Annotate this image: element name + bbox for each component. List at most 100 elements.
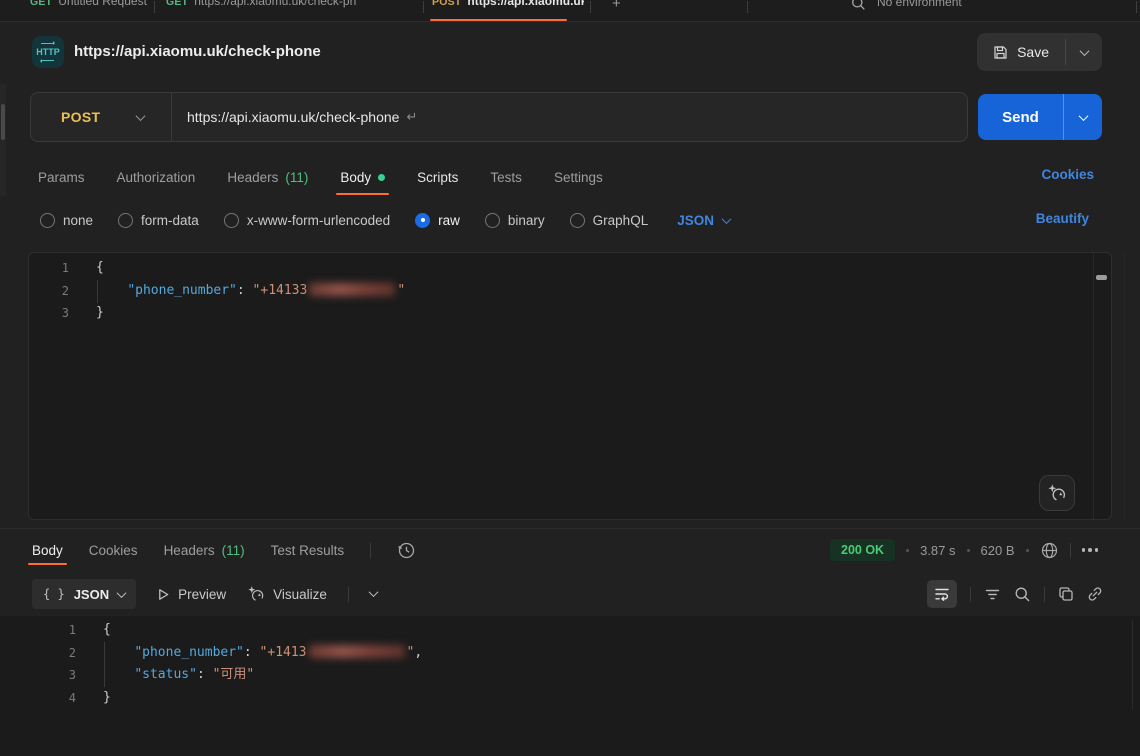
- app-window: GETUntitled Request GEThttps://api.xiaom…: [0, 0, 1140, 756]
- request-tabs: Params Authorization Headers(11) Body Sc…: [38, 158, 603, 196]
- word-wrap-button[interactable]: [927, 580, 957, 608]
- tab-authorization[interactable]: Authorization: [117, 170, 196, 185]
- http-request-icon: HTTP: [32, 36, 64, 68]
- tab-settings[interactable]: Settings: [554, 170, 603, 185]
- editor-scrollbar-handle[interactable]: [1096, 275, 1107, 280]
- line-number: 3: [29, 302, 69, 325]
- floppy-disk-icon: [993, 45, 1008, 60]
- copy-icon: [1058, 586, 1074, 602]
- filter-button[interactable]: [984, 586, 1001, 603]
- response-time: 3.87 s: [920, 543, 955, 558]
- network-info-button[interactable]: [1040, 541, 1059, 560]
- chevron-down-icon: [1078, 111, 1088, 121]
- divider: [1044, 587, 1045, 602]
- line-number: 2: [0, 642, 76, 665]
- url-bar: POST https://api.xiaomu.uk/check-phone ↵: [30, 92, 968, 142]
- indent-guide: [104, 642, 105, 687]
- method-label: POST: [61, 109, 100, 125]
- body-mode-selector: none form-data x-www-form-urlencoded raw…: [40, 206, 730, 234]
- cookies-link[interactable]: Cookies: [1041, 167, 1094, 182]
- response-scrollbar-track[interactable]: [1132, 620, 1133, 710]
- code-line: 2 "phone_number": "+1413",: [0, 642, 1130, 665]
- search-response-button[interactable]: [1014, 586, 1031, 603]
- request-body-editor[interactable]: 1 { 2 "phone_number": "+14133" 3 }: [28, 252, 1112, 520]
- url-bar-divider: [171, 93, 172, 141]
- response-history-button[interactable]: [397, 541, 416, 560]
- response-meta: 200 OK 3.87 s 620 B: [830, 536, 1098, 564]
- search-icon[interactable]: [851, 0, 866, 11]
- save-options-button[interactable]: [1066, 33, 1102, 71]
- url-input[interactable]: https://api.xiaomu.uk/check-phone ↵: [187, 93, 417, 141]
- radio-icon: [118, 213, 133, 228]
- more-options-button[interactable]: [1082, 548, 1099, 552]
- mode-graphql[interactable]: GraphQL: [570, 213, 649, 228]
- method-dropdown[interactable]: POST: [31, 93, 171, 141]
- radio-icon: [224, 213, 239, 228]
- response-toolbar: { } JSON Preview Visualize: [32, 579, 377, 609]
- tab-tests[interactable]: Tests: [490, 170, 522, 185]
- copy-response-button[interactable]: [1058, 586, 1074, 602]
- request-title: https://api.xiaomu.uk/check-phone: [74, 43, 321, 60]
- workspace-tab-bar: GETUntitled Request GEThttps://api.xiaom…: [0, 0, 1140, 22]
- search-icon: [1014, 586, 1031, 603]
- word-wrap-icon: [934, 586, 950, 602]
- radio-icon: [485, 213, 500, 228]
- tab-params[interactable]: Params: [38, 170, 85, 185]
- send-button[interactable]: Send: [978, 94, 1063, 140]
- mode-raw[interactable]: raw: [415, 213, 460, 228]
- mode-binary[interactable]: binary: [485, 213, 545, 228]
- active-tab-underline: [430, 19, 567, 21]
- divider: [348, 587, 349, 602]
- body-modified-dot: [378, 174, 385, 181]
- tab-scripts[interactable]: Scripts: [417, 170, 458, 185]
- globe-icon: [1040, 541, 1059, 560]
- editor-scrollbar-track: [1093, 253, 1094, 519]
- code-line: 3 "status": "可用": [0, 664, 1130, 687]
- response-tab-cookies[interactable]: Cookies: [89, 543, 138, 558]
- line-number: 1: [29, 257, 69, 280]
- tab-method-post: POST: [432, 0, 461, 8]
- enter-hint: ↵: [406, 109, 417, 125]
- response-body-viewer: 1 { 2 "phone_number": "+1413", 3 "status…: [0, 616, 1140, 756]
- request-tab-get-url[interactable]: GEThttps://api.xiaomu.uk/check-ph: [166, 0, 420, 8]
- left-pane-scroll-handle[interactable]: [1, 104, 5, 140]
- history-clock-icon: [397, 541, 416, 560]
- add-tab-button[interactable]: +: [612, 0, 621, 12]
- tab-headers[interactable]: Headers(11): [227, 170, 308, 185]
- arrow-left-icon: [41, 60, 54, 61]
- response-tab-test-results[interactable]: Test Results: [271, 543, 345, 558]
- copy-link-button[interactable]: [1087, 586, 1103, 602]
- tab-label: https://api.xiaomu.uk/c: [467, 0, 584, 8]
- url-value: https://api.xiaomu.uk/check-phone: [187, 109, 399, 125]
- link-icon: [1087, 586, 1103, 602]
- tab-divider: [747, 1, 748, 13]
- raw-format-dropdown[interactable]: JSON: [677, 213, 730, 228]
- response-tab-headers[interactable]: Headers(11): [164, 543, 245, 558]
- request-tab-active[interactable]: POST https://api.xiaomu.uk/c: [432, 0, 584, 8]
- redacted-value: [309, 645, 405, 658]
- environment-selector[interactable]: No environment: [877, 0, 962, 9]
- headers-count: (11): [285, 170, 308, 185]
- response-separator: [0, 528, 1140, 529]
- play-icon: [157, 588, 170, 601]
- chevron-down-icon: [722, 214, 732, 224]
- send-options-button[interactable]: [1064, 94, 1102, 140]
- postbot-button[interactable]: [1039, 475, 1075, 511]
- tab-divider: [590, 1, 591, 13]
- mode-x-www-form-urlencoded[interactable]: x-www-form-urlencoded: [224, 213, 390, 228]
- chevron-down-icon: [137, 108, 144, 126]
- tab-divider: [423, 1, 424, 13]
- response-format-dropdown[interactable]: { } JSON: [32, 579, 136, 609]
- save-button[interactable]: Save: [977, 33, 1065, 71]
- response-tab-body[interactable]: Body: [32, 543, 63, 558]
- visualize-button[interactable]: Visualize: [247, 585, 327, 603]
- request-tab-untitled[interactable]: GETUntitled Request: [30, 0, 155, 8]
- more-views-chevron[interactable]: [368, 587, 378, 597]
- mode-none[interactable]: none: [40, 213, 93, 228]
- tab-body[interactable]: Body: [340, 170, 385, 185]
- beautify-link[interactable]: Beautify: [1036, 211, 1089, 226]
- mode-form-data[interactable]: form-data: [118, 213, 199, 228]
- filter-icon: [984, 586, 1001, 603]
- preview-button[interactable]: Preview: [157, 587, 226, 602]
- line-number: 1: [0, 619, 76, 642]
